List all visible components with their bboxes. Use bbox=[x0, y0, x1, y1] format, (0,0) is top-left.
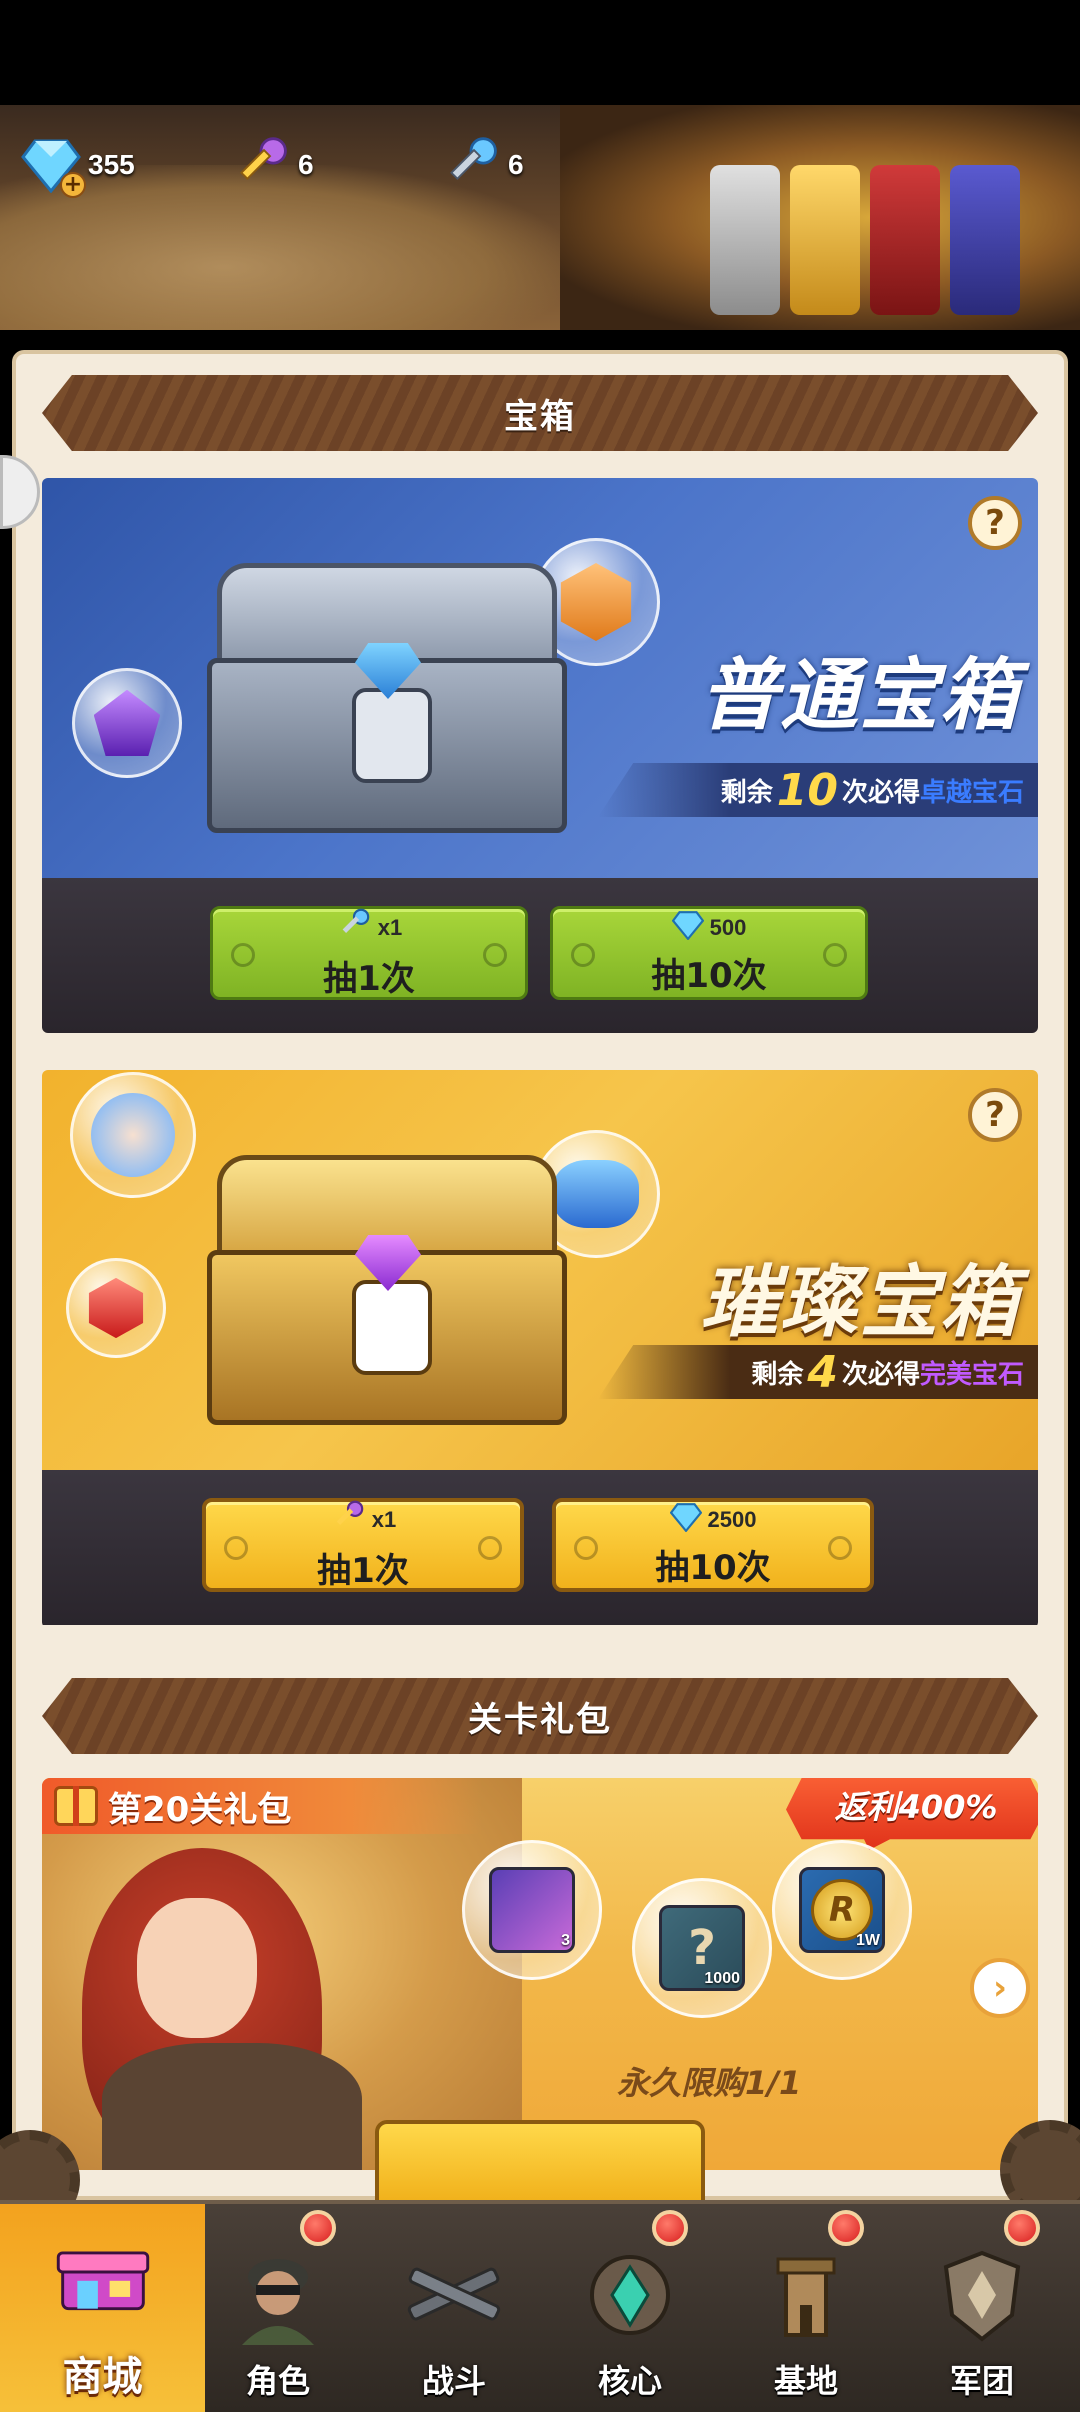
common-chest-card: ? 普通宝箱 剩余 10 次必得 卓越宝石 x1 抽1次 500 抽10次 bbox=[42, 478, 1038, 1033]
red-gem-bubble bbox=[66, 1258, 166, 1358]
notification-dot bbox=[300, 2210, 336, 2246]
diamond-icon bbox=[671, 910, 704, 946]
help-icon[interactable]: ? bbox=[968, 496, 1022, 550]
silver-chest-illustration bbox=[207, 563, 567, 853]
nav-shop[interactable]: 商城 bbox=[0, 2204, 205, 2412]
nav-core[interactable]: 核心 bbox=[542, 2204, 718, 2412]
common-chest-buttons: x1 抽1次 500 抽10次 bbox=[42, 878, 1038, 1033]
notification-dot bbox=[652, 2210, 688, 2246]
nav-base[interactable]: 基地 bbox=[718, 2204, 894, 2412]
diamond-icon bbox=[669, 1502, 702, 1538]
diamond-count: 355 bbox=[88, 149, 135, 180]
rare-chest-card: ? 璀璨宝箱 剩余 4 次必得 完美宝石 x1 抽1次 2500 抽10次 bbox=[42, 1070, 1038, 1628]
nav-battle[interactable]: 战斗 bbox=[366, 2204, 542, 2412]
chef-character-icon bbox=[91, 1093, 175, 1177]
common-chest-name: 普通宝箱 bbox=[699, 651, 1020, 741]
rare-chest-banner[interactable]: ? 璀璨宝箱 剩余 4 次必得 完美宝石 bbox=[42, 1070, 1038, 1470]
soldier-icon bbox=[223, 2240, 333, 2350]
rare-chest-name: 璀璨宝箱 bbox=[699, 1258, 1020, 1348]
blue-key-count: 6 bbox=[508, 149, 524, 180]
character-portrait bbox=[42, 1778, 522, 2170]
purple-gem-bubble bbox=[72, 668, 182, 778]
rebate-badge: 返利400% bbox=[786, 1778, 1038, 1850]
crystal-item[interactable]: 3 bbox=[462, 1840, 602, 1980]
diamond-icon: + bbox=[20, 134, 86, 198]
purple-gem-icon bbox=[93, 689, 161, 757]
common-draw-10-button[interactable]: 500 抽10次 bbox=[550, 906, 868, 1000]
rare-draw-1-button[interactable]: x1 抽1次 bbox=[202, 1498, 524, 1592]
rare-chest-pity: 剩余 4 次必得 完美宝石 bbox=[598, 1345, 1038, 1399]
blue-key-icon bbox=[440, 134, 502, 196]
common-chest-pity: 剩余 10 次必得 卓越宝石 bbox=[598, 763, 1038, 817]
purple-key-count: 6 bbox=[298, 149, 314, 180]
stage-gift-title: 第20关礼包 bbox=[108, 1789, 292, 1830]
bottom-nav: 商城 角色 战斗 核心 基地 军团 bbox=[0, 2200, 1080, 2412]
coin-item[interactable]: R 1W bbox=[772, 1840, 912, 1980]
stage-gift-header: 第20关礼包 bbox=[42, 1778, 482, 1834]
stage-gift-section-title: 关卡礼包 bbox=[42, 1678, 1038, 1754]
rare-draw-10-button[interactable]: 2500 抽10次 bbox=[552, 1498, 874, 1592]
legion-shield-icon bbox=[927, 2240, 1037, 2350]
crystal-icon: 3 bbox=[489, 1867, 575, 1953]
next-arrow-icon[interactable]: › bbox=[970, 1958, 1030, 2018]
gold-chest-illustration bbox=[207, 1155, 567, 1445]
diamond-resource[interactable]: + 355 bbox=[20, 134, 135, 198]
stage-gift-card[interactable]: 第20关礼包 返利400% 3 ? 1000 R 1W 永久限购1/1 › bbox=[42, 1778, 1038, 2170]
nav-character[interactable]: 角色 bbox=[190, 2204, 366, 2412]
blue-key-resource: 6 bbox=[440, 135, 524, 195]
notification-dot bbox=[828, 2210, 864, 2246]
help-icon[interactable]: ? bbox=[968, 1088, 1022, 1142]
chef-character-bubble bbox=[70, 1072, 196, 1198]
common-draw-1-button[interactable]: x1 抽1次 bbox=[210, 906, 528, 1000]
coin-icon: R 1W bbox=[799, 1867, 885, 1953]
scroll-icon: ? 1000 bbox=[659, 1905, 745, 1991]
chests-section-title: 宝箱 bbox=[42, 375, 1038, 451]
common-chest-banner[interactable]: ? 普通宝箱 剩余 10 次必得 卓越宝石 bbox=[42, 478, 1038, 878]
notification-dot bbox=[1004, 2210, 1040, 2246]
scroll-item[interactable]: ? 1000 bbox=[632, 1878, 772, 2018]
resource-header: + 355 6 6 bbox=[0, 105, 1080, 330]
core-emblem-icon bbox=[575, 2240, 685, 2350]
blue-key-icon bbox=[336, 907, 372, 949]
red-gem-icon bbox=[88, 1277, 144, 1339]
gift-box-icon bbox=[54, 1786, 98, 1826]
shop-icon bbox=[48, 2228, 158, 2338]
purple-key-resource: 6 bbox=[230, 135, 314, 195]
purple-key-icon bbox=[330, 1499, 366, 1541]
orange-gem-icon bbox=[560, 562, 632, 642]
buy-gift-button[interactable] bbox=[375, 2120, 705, 2200]
crossed-guns-icon bbox=[399, 2240, 509, 2350]
purple-key-icon bbox=[230, 134, 292, 196]
nav-legion[interactable]: 军团 bbox=[894, 2204, 1070, 2412]
add-diamond-button[interactable]: + bbox=[60, 172, 86, 198]
treasure-pile-illustration bbox=[560, 105, 1080, 330]
status-bar bbox=[0, 0, 1080, 105]
base-tower-icon bbox=[751, 2240, 861, 2350]
rare-chest-buttons: x1 抽1次 2500 抽10次 bbox=[42, 1470, 1038, 1625]
purchase-limit: 永久限购1/1 bbox=[617, 2064, 802, 2102]
